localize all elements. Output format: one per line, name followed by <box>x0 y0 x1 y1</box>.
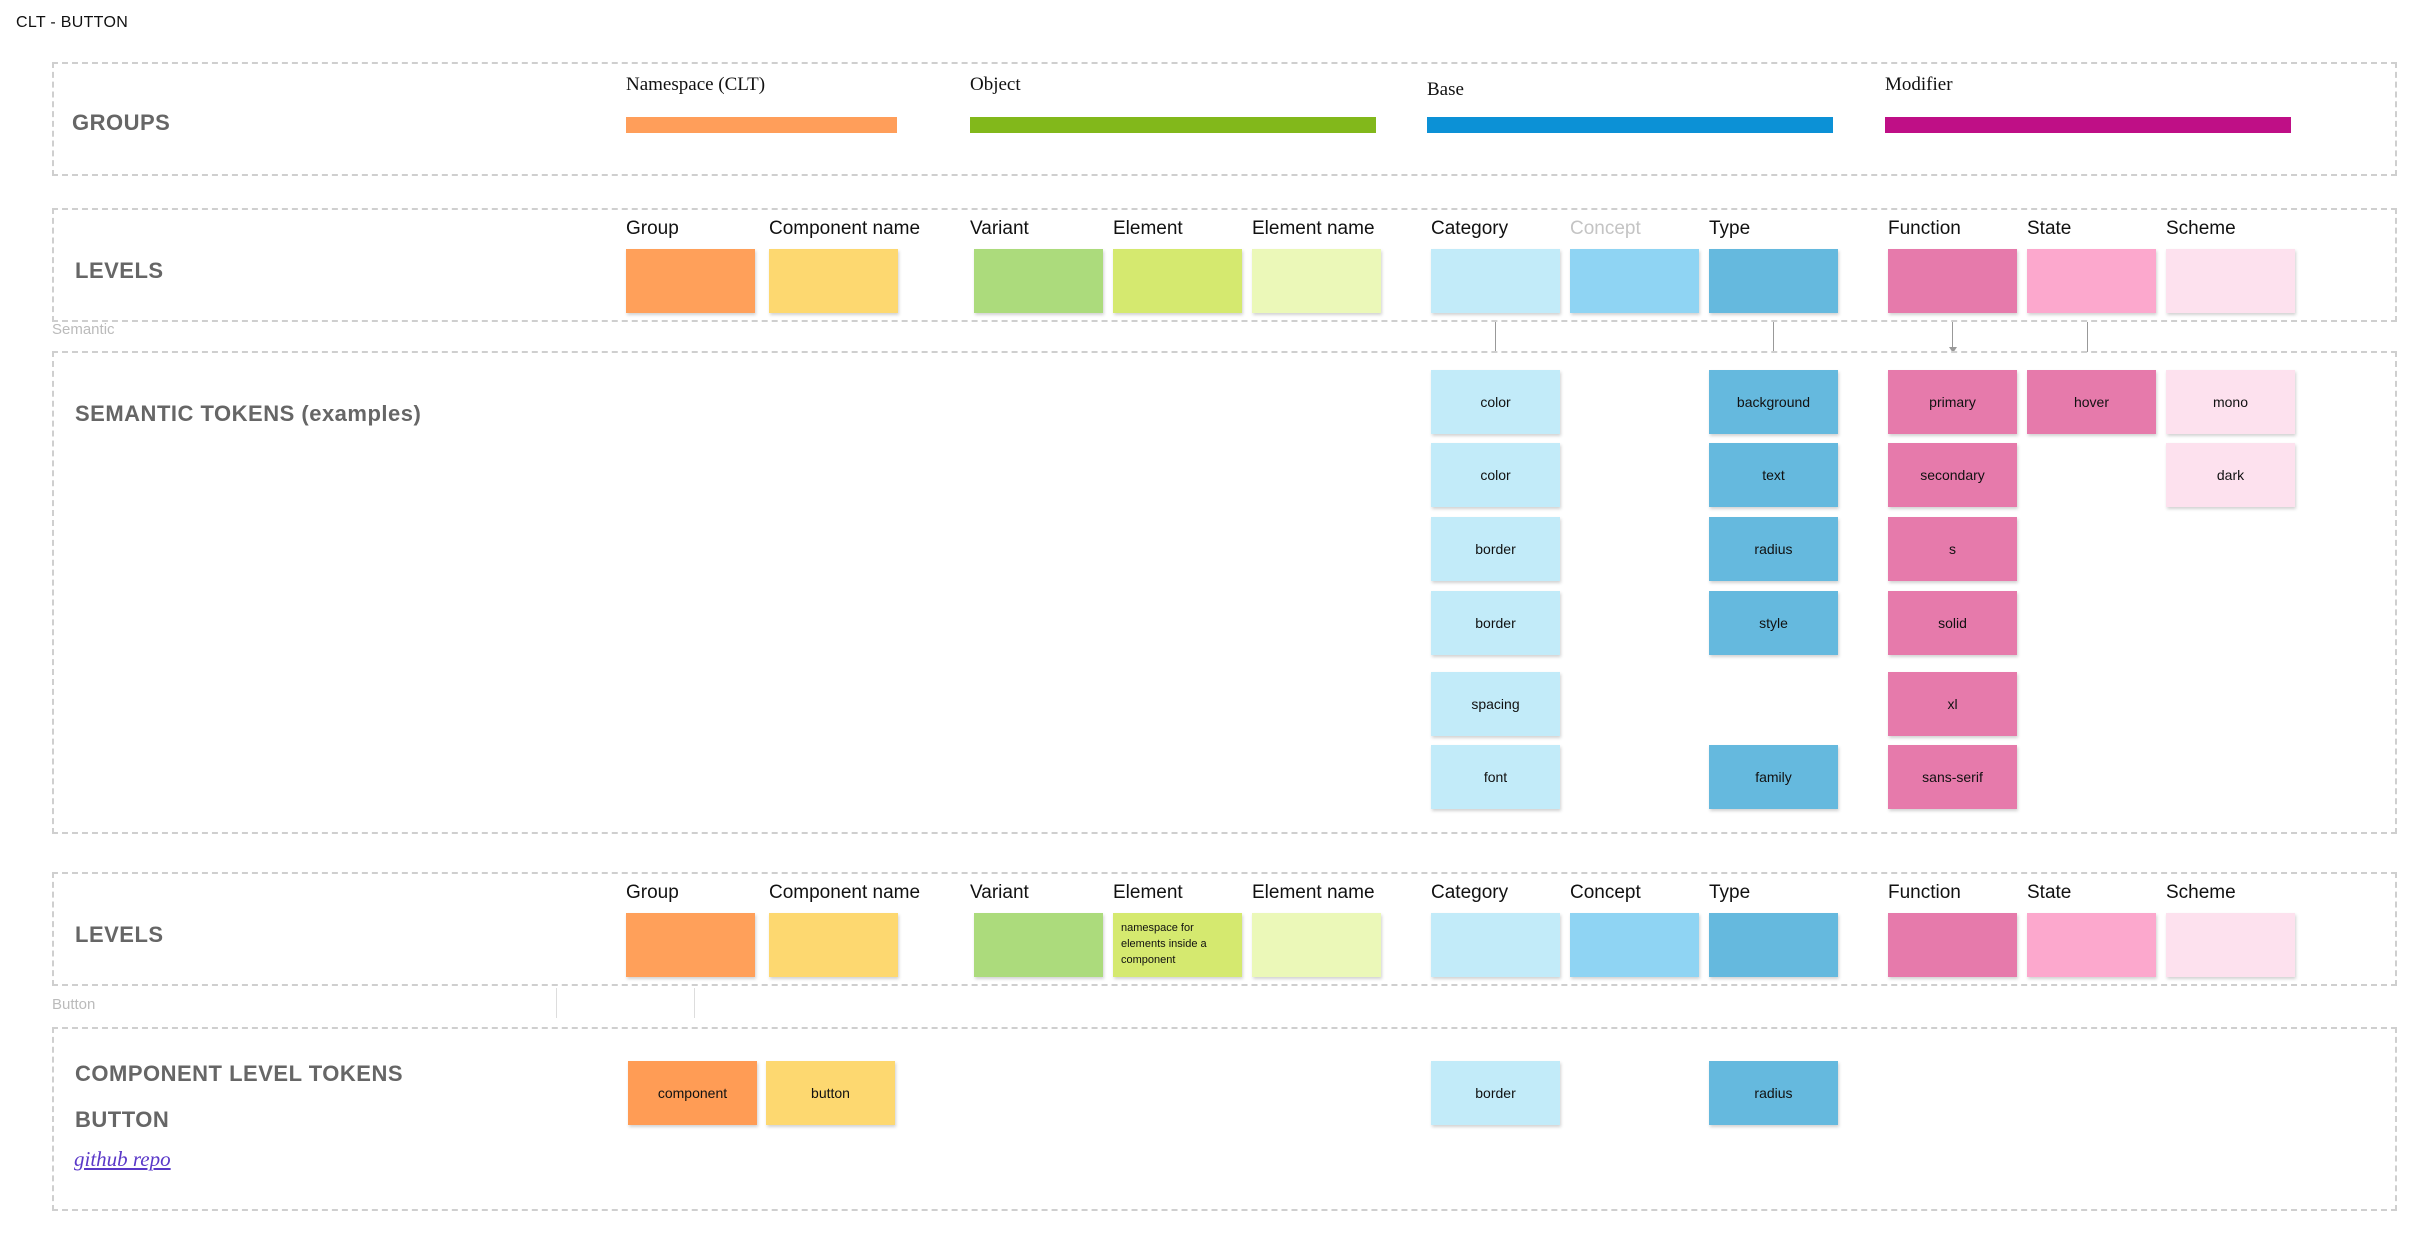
level-label-state-bottom: State <box>2027 882 2072 903</box>
level-sticky-component-name <box>769 249 898 313</box>
github-repo-link[interactable]: github repo <box>74 1147 171 1172</box>
level-label-type: Type <box>1709 218 1751 239</box>
level-sticky-concept-bottom <box>1570 913 1699 977</box>
component-token-type: radius <box>1709 1061 1838 1125</box>
level-sticky-type <box>1709 249 1838 313</box>
token-type-family: family <box>1709 745 1838 809</box>
token-function-s: s <box>1888 517 2017 581</box>
level-sticky-scheme-bottom <box>2166 913 2295 977</box>
token-type-style: style <box>1709 591 1838 655</box>
level-label-element-name: Element name <box>1252 218 1375 239</box>
component-token-category: border <box>1431 1061 1560 1125</box>
group-label-namespace: Namespace (CLT) <box>626 74 766 95</box>
level-label-variant-bottom: Variant <box>970 882 1029 903</box>
token-category-color-2: color <box>1431 443 1560 507</box>
token-scheme-dark: dark <box>2166 443 2295 507</box>
token-type-text: text <box>1709 443 1838 507</box>
level-sticky-element-note: namespace for elements inside a componen… <box>1113 913 1242 977</box>
token-function-sans-serif: sans-serif <box>1888 745 2017 809</box>
connector-state <box>2087 322 2088 352</box>
level-sticky-variant-bottom <box>974 913 1103 977</box>
semantic-frame-label: Semantic <box>52 321 115 338</box>
connector-faint-1 <box>556 988 557 1018</box>
token-state-hover: hover <box>2027 370 2156 434</box>
token-scheme-mono: mono <box>2166 370 2295 434</box>
level-label-element-bottom: Element <box>1113 882 1183 903</box>
groups-title: GROUPS <box>72 110 171 135</box>
connector-type <box>1773 322 1774 352</box>
connector-faint-2 <box>694 988 695 1018</box>
token-category-spacing: spacing <box>1431 672 1560 736</box>
level-sticky-component-name-bottom <box>769 913 898 977</box>
levels-title-top: LEVELS <box>75 258 164 283</box>
level-label-state: State <box>2027 218 2072 239</box>
token-type-background: background <box>1709 370 1838 434</box>
component-token-component-name: button <box>766 1061 895 1125</box>
token-type-radius: radius <box>1709 517 1838 581</box>
level-label-element: Element <box>1113 218 1183 239</box>
level-label-function: Function <box>1888 218 1961 239</box>
level-label-component-name-bottom: Component name <box>769 882 921 903</box>
token-function-secondary: secondary <box>1888 443 2017 507</box>
group-bar-object <box>970 117 1376 133</box>
group-bar-base <box>1427 117 1833 133</box>
levels-title-bottom: LEVELS <box>75 922 164 947</box>
level-sticky-state-bottom <box>2027 913 2156 977</box>
component-title: COMPONENT LEVEL TOKENS <box>75 1061 404 1086</box>
level-label-type-bottom: Type <box>1709 882 1751 903</box>
group-label-base: Base <box>1427 79 1464 100</box>
token-function-xl: xl <box>1888 672 2017 736</box>
level-sticky-element-name-bottom <box>1252 913 1381 977</box>
level-sticky-category <box>1431 249 1560 313</box>
connector-function <box>1952 322 1953 348</box>
level-sticky-function <box>1888 249 2017 313</box>
level-sticky-element <box>1113 249 1242 313</box>
level-sticky-category-bottom <box>1431 913 1560 977</box>
level-sticky-function-bottom <box>1888 913 2017 977</box>
level-sticky-group-bottom <box>626 913 755 977</box>
connector-category <box>1495 322 1496 352</box>
level-sticky-type-bottom <box>1709 913 1838 977</box>
token-function-primary: primary <box>1888 370 2017 434</box>
level-label-concept: Concept <box>1570 218 1641 239</box>
level-sticky-variant <box>974 249 1103 313</box>
component-frame <box>52 1027 2397 1211</box>
token-category-font: font <box>1431 745 1560 809</box>
token-category-color-1: color <box>1431 370 1560 434</box>
token-category-border-2: border <box>1431 591 1560 655</box>
level-sticky-scheme <box>2166 249 2295 313</box>
level-label-group-bottom: Group <box>626 882 679 903</box>
level-label-element-name-bottom: Element name <box>1252 882 1375 903</box>
component-token-group: component <box>628 1061 757 1125</box>
token-category-border-1: border <box>1431 517 1560 581</box>
level-label-function-bottom: Function <box>1888 882 1961 903</box>
group-bar-modifier <box>1885 117 2291 133</box>
level-label-component-name: Component name <box>769 218 921 239</box>
button-frame-label: Button <box>52 996 96 1013</box>
level-sticky-element-name <box>1252 249 1381 313</box>
group-label-object: Object <box>970 74 1021 95</box>
level-sticky-concept <box>1570 249 1699 313</box>
level-sticky-group <box>626 249 755 313</box>
level-label-variant: Variant <box>970 218 1029 239</box>
group-label-modifier: Modifier <box>1885 74 1953 95</box>
level-label-category-bottom: Category <box>1431 882 1509 903</box>
level-label-scheme: Scheme <box>2166 218 2236 239</box>
page-title: CLT - BUTTON <box>16 14 129 31</box>
level-label-group: Group <box>626 218 679 239</box>
level-label-concept-bottom: Concept <box>1570 882 1641 903</box>
level-label-category: Category <box>1431 218 1509 239</box>
token-function-solid: solid <box>1888 591 2017 655</box>
level-sticky-state <box>2027 249 2156 313</box>
group-bar-namespace <box>626 117 897 133</box>
component-subtitle: BUTTON <box>75 1107 170 1132</box>
semantic-title: SEMANTIC TOKENS (examples) <box>75 401 422 426</box>
level-label-scheme-bottom: Scheme <box>2166 882 2236 903</box>
